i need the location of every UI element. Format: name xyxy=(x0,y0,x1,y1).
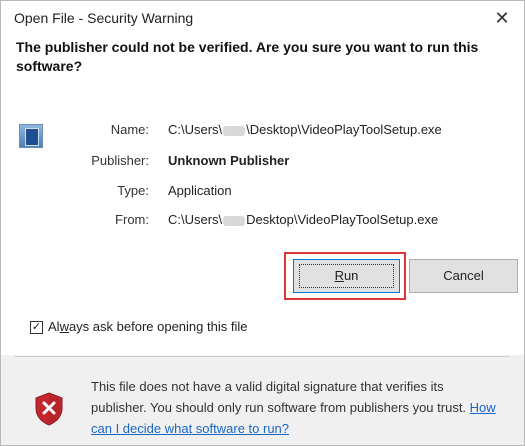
checkbox-label-accel: w xyxy=(59,319,69,334)
section-divider xyxy=(15,356,510,357)
always-ask-checkbox[interactable]: ✓ xyxy=(30,321,43,334)
close-icon[interactable]: ✕ xyxy=(490,7,514,31)
signature-warning: This file does not have a valid digital … xyxy=(91,376,501,439)
run-button[interactable]: Run xyxy=(293,259,400,293)
checkbox-label-part1: Al xyxy=(48,319,60,334)
name-value: C:\Users\ \Desktop\VideoPlayToolSetup.exe xyxy=(168,122,442,137)
run-accelerator: R xyxy=(334,268,344,283)
security-warning-dialog: Open File - Security Warning ✕ The publi… xyxy=(0,0,525,446)
redacted-username xyxy=(223,125,246,136)
checkbox-label-part2: ays ask before opening this file xyxy=(68,319,248,334)
shield-warning-icon xyxy=(35,392,63,426)
from-value: C:\Users\ Desktop\VideoPlayToolSetup.exe xyxy=(168,212,438,227)
title-bar: Open File - Security Warning ✕ xyxy=(1,1,524,37)
always-ask-label[interactable]: Always ask before opening this file xyxy=(48,319,247,334)
publisher-label: Publisher: xyxy=(91,153,149,168)
run-label-rest: un xyxy=(343,268,359,283)
from-value-prefix: C:\Users\ xyxy=(168,212,223,227)
redacted-username xyxy=(223,215,246,226)
name-value-suffix: \Desktop\VideoPlayToolSetup.exe xyxy=(246,122,442,137)
from-label: From: xyxy=(115,212,149,227)
name-value-prefix: C:\Users\ xyxy=(168,122,223,137)
type-label: Type: xyxy=(117,183,149,198)
cancel-button[interactable]: Cancel xyxy=(409,259,518,293)
publisher-value: Unknown Publisher xyxy=(168,153,290,168)
warning-headline: The publisher could not be verified. Are… xyxy=(16,39,479,74)
name-label: Name: xyxy=(110,122,149,137)
type-value: Application xyxy=(168,183,232,198)
from-value-suffix: Desktop\VideoPlayToolSetup.exe xyxy=(246,212,439,227)
window-title: Open File - Security Warning xyxy=(14,10,194,26)
signature-warning-text: This file does not have a valid digital … xyxy=(91,379,467,415)
